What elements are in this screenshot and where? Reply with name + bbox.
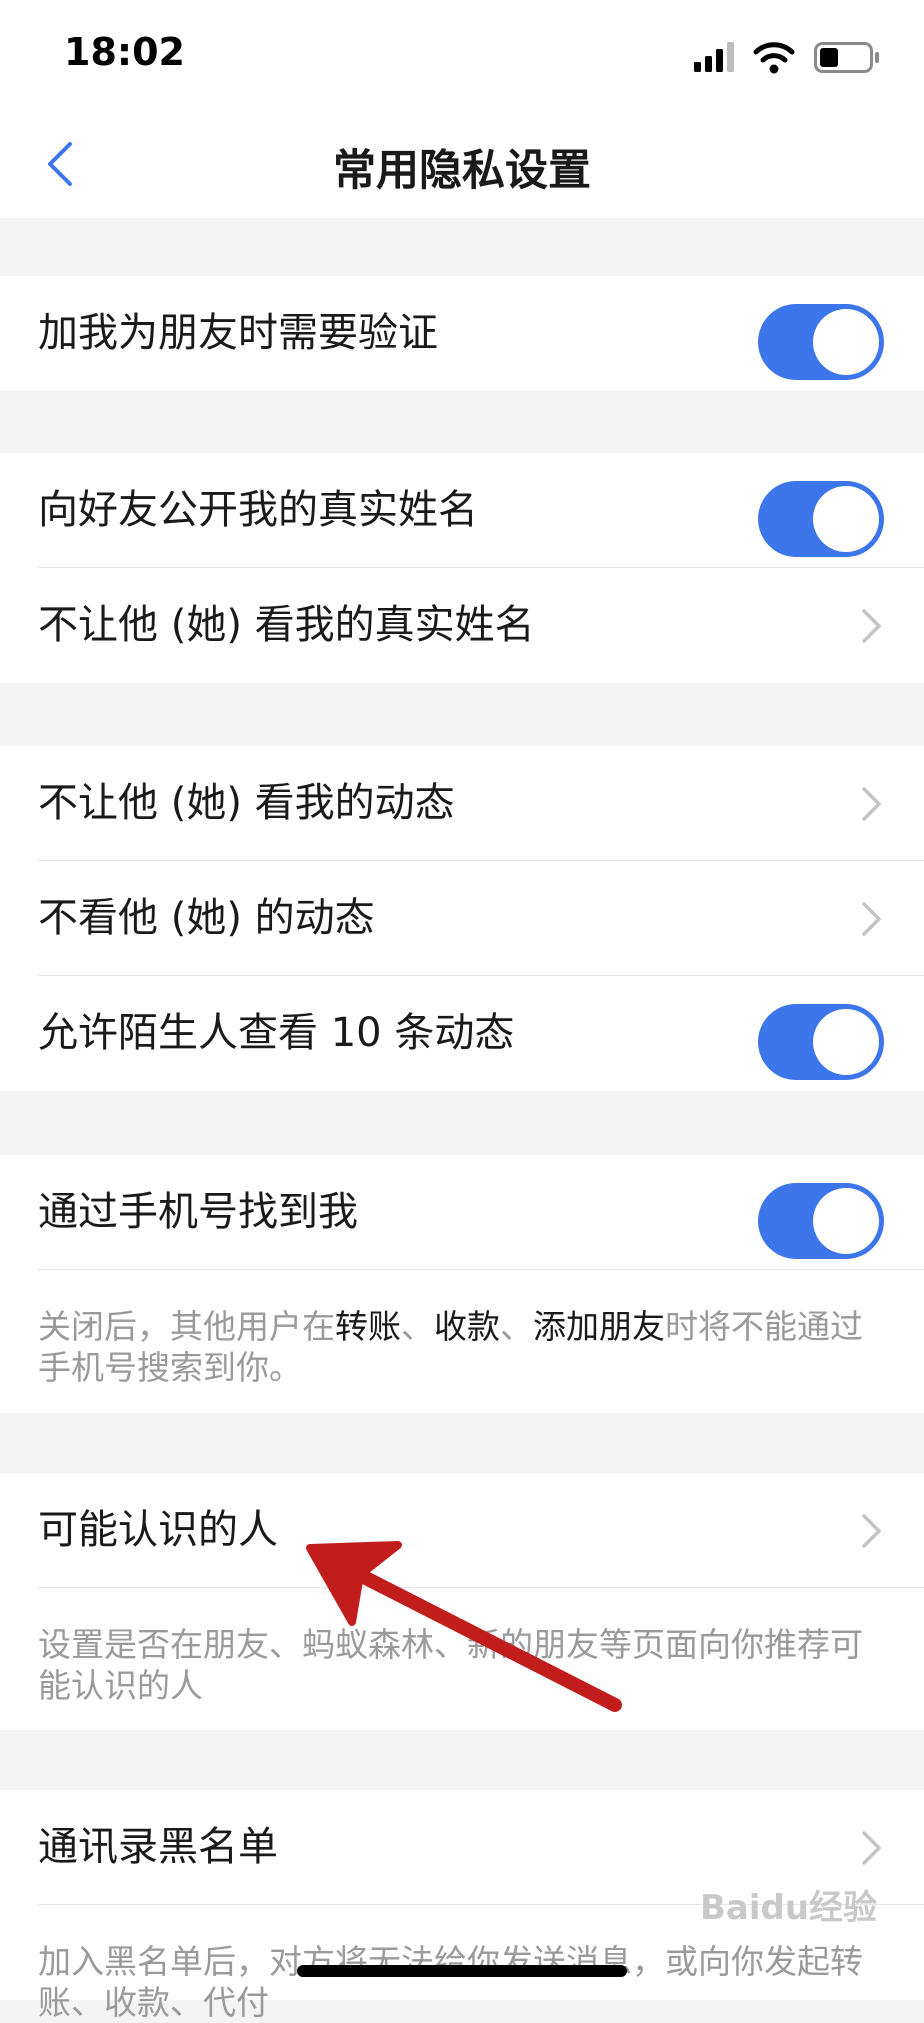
red-arrow-annotation — [306, 1541, 622, 1712]
watermark: Baidu经验 — [700, 1888, 878, 1928]
home-indicator[interactable] — [297, 1965, 627, 1977]
